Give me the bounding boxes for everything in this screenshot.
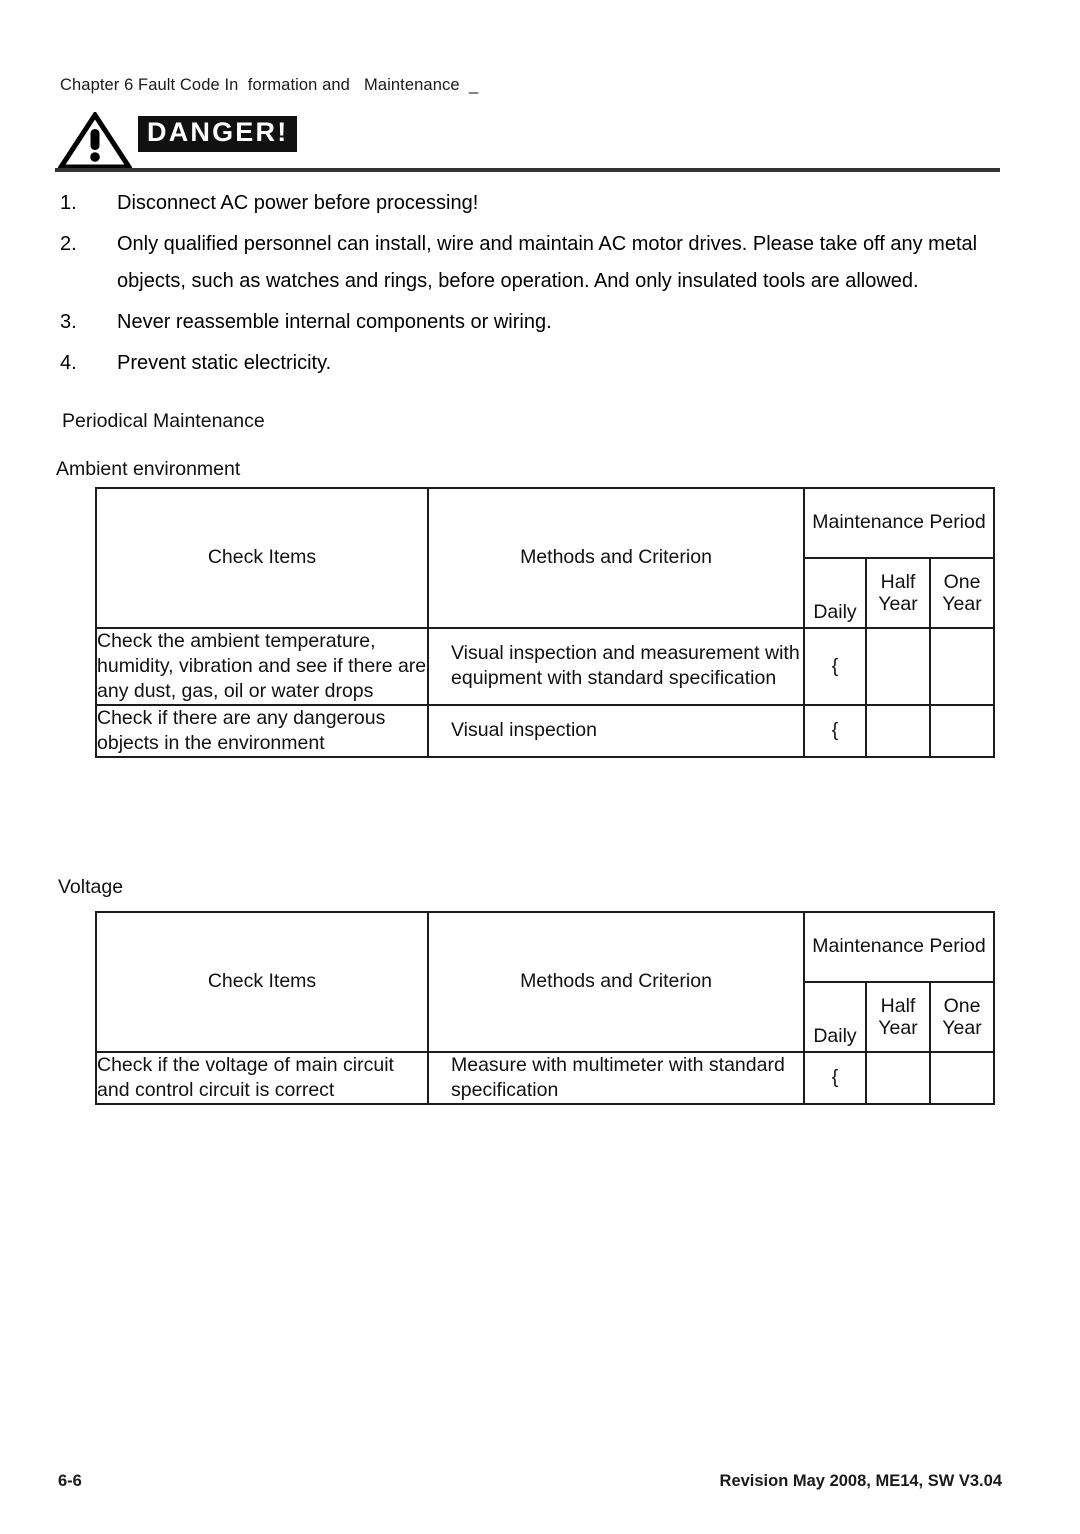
cell-method: Measure with multimeter with standard sp… — [427, 1051, 805, 1105]
list-item: 1. Disconnect AC power before processing… — [60, 185, 1020, 222]
danger-banner: DANGER! — [55, 110, 1000, 172]
column-header-daily: Daily — [803, 557, 867, 629]
table-row: Check the ambient temperature, humidity,… — [95, 627, 995, 706]
list-item-number: 3. — [60, 311, 77, 333]
cell-one-year-mark — [929, 627, 995, 706]
cell-check-item: Check if the voltage of main circuit and… — [95, 1051, 429, 1105]
cell-daily-mark: { — [803, 627, 867, 706]
table-row: Check if there are any dangerous objects… — [95, 703, 995, 758]
column-header-one-year: One Year — [929, 981, 995, 1053]
list-item-number: 2. — [60, 233, 77, 255]
column-header-half-year: Half Year — [865, 557, 931, 629]
cell-check-item: Check the ambient temperature, humidity,… — [95, 627, 429, 706]
table-header-row: Check Items Methods and Criterion Mainte… — [95, 487, 995, 629]
running-header: Chapter 6 Fault Code In formation and Ma… — [60, 76, 479, 94]
danger-rule — [55, 168, 1000, 172]
cell-one-year-mark — [929, 1051, 995, 1105]
column-header-maintenance-period: Maintenance Period — [803, 487, 995, 559]
cell-half-year-mark — [865, 703, 931, 758]
voltage-table: Check Items Methods and Criterion Mainte… — [95, 911, 995, 1105]
column-header-check-items: Check Items — [95, 487, 429, 629]
list-item-number: 1. — [60, 192, 77, 214]
list-item-text: Only qualified personnel can install, wi… — [117, 233, 978, 292]
heading-voltage: Voltage — [58, 876, 124, 898]
column-header-check-items: Check Items — [95, 911, 429, 1053]
list-item-text: Prevent static electricity. — [117, 352, 332, 374]
table-row: Check if the voltage of main circuit and… — [95, 1051, 995, 1105]
document-page: Chapter 6 Fault Code In formation and Ma… — [0, 0, 1080, 1534]
table-header-row: Check Items Methods and Criterion Mainte… — [95, 911, 995, 1053]
list-item-text: Never reassemble internal components or … — [117, 311, 552, 333]
cell-method: Visual inspection and measurement with e… — [427, 627, 805, 706]
cell-one-year-mark — [929, 703, 995, 758]
column-header-methods-and-criterion: Methods and Criterion — [427, 911, 805, 1053]
heading-ambient-environment: Ambient environment — [56, 458, 241, 480]
column-header-daily: Daily — [803, 981, 867, 1053]
column-header-one-year: One Year — [929, 557, 995, 629]
cell-method: Visual inspection — [427, 703, 805, 758]
cell-half-year-mark — [865, 1051, 931, 1105]
cell-check-item: Check if there are any dangerous objects… — [95, 703, 429, 758]
footer-revision: Revision May 2008, ME14, SW V3.04 — [719, 1472, 1002, 1490]
list-item: 4. Prevent static electricity. — [60, 345, 1020, 382]
cell-daily-mark: { — [803, 1051, 867, 1105]
danger-label: DANGER! — [138, 116, 298, 152]
warning-triangle-icon — [56, 110, 134, 170]
cell-half-year-mark — [865, 627, 931, 706]
list-item-text: Disconnect AC power before processing! — [117, 192, 479, 214]
danger-list: 1. Disconnect AC power before processing… — [60, 185, 1020, 386]
column-header-maintenance-period: Maintenance Period — [803, 911, 995, 983]
column-header-half-year: Half Year — [865, 981, 931, 1053]
cell-daily-mark: { — [803, 703, 867, 758]
list-item: 2. Only qualified personnel can install,… — [60, 226, 1020, 300]
list-item-number: 4. — [60, 352, 77, 374]
list-item: 3. Never reassemble internal components … — [60, 304, 1020, 341]
ambient-environment-table: Check Items Methods and Criterion Mainte… — [95, 487, 995, 758]
column-header-methods-and-criterion: Methods and Criterion — [427, 487, 805, 629]
heading-periodical-maintenance: Periodical Maintenance — [62, 410, 265, 432]
footer-page-number: 6-6 — [58, 1472, 82, 1490]
